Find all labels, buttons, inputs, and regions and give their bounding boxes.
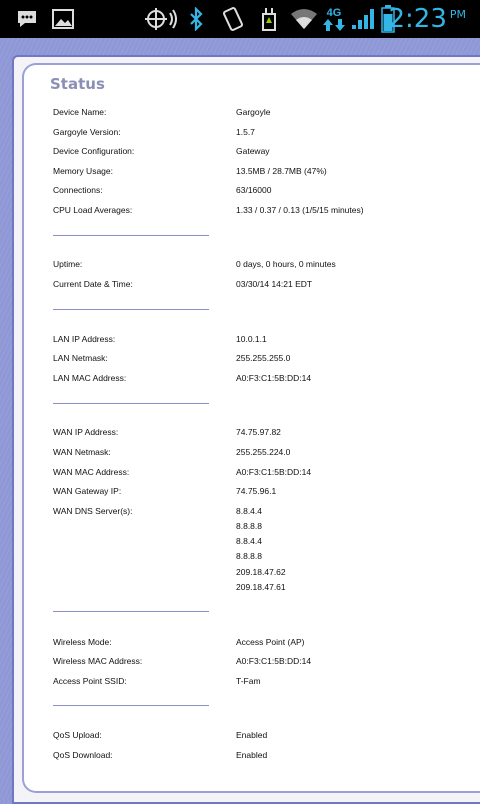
device-name-value: Gargoyle: [236, 107, 271, 117]
device-config-value: Gateway: [236, 146, 270, 156]
qos-upload-value: Enabled: [236, 730, 268, 740]
chat-icon: [14, 0, 40, 38]
uptime-value: 0 days, 0 hours, 0 minutes: [236, 259, 336, 269]
status-clock: 2:23 PM: [388, 0, 466, 38]
wan-netmask-value: 255.255.224.0: [236, 447, 291, 457]
data-arrows-icon: 4G: [320, 0, 348, 38]
page-title: Status: [50, 75, 105, 93]
usb-icon: [258, 0, 280, 38]
connections-label: Connections:: [53, 185, 103, 195]
lan-netmask-label: LAN Netmask:: [53, 353, 108, 363]
version-label: Gargoyle Version:: [53, 127, 121, 137]
device-config-label: Device Configuration:: [53, 146, 135, 156]
bluetooth-icon: [186, 0, 206, 38]
wan-dns-value: 8.8.8.8: [236, 551, 262, 561]
version-value: 1.5.7: [236, 127, 255, 137]
lan-netmask-value: 255.255.255.0: [236, 353, 291, 363]
network-type-label: 4G: [326, 7, 342, 19]
wan-mac-value: A0:F3:C1:5B:DD:14: [236, 467, 312, 477]
wan-dns-value: 209.18.47.62: [236, 567, 286, 577]
section-divider: [53, 403, 209, 404]
status-panel: Status Device Name: Gargoyle Gargoyle Ve…: [22, 63, 480, 793]
location-icon: [143, 0, 177, 38]
date-time-value: 03/30/14 14:21 EDT: [236, 279, 313, 289]
wan-dns-value: 8.8.4.4: [236, 536, 262, 546]
section-divider: [53, 705, 209, 706]
cpu-load-label: CPU Load Averages:: [53, 205, 133, 215]
memory-usage-value: 13.5MB / 28.7MB (47%): [236, 166, 327, 176]
uptime-label: Uptime:: [53, 259, 83, 269]
wireless-mode-label: Wireless Mode:: [53, 637, 112, 647]
device-name-label: Device Name:: [53, 107, 107, 117]
wireless-mac-label: Wireless MAC Address:: [53, 656, 143, 666]
wan-mac-label: WAN MAC Address:: [53, 467, 130, 477]
qos-upload-label: QoS Upload:: [53, 730, 102, 740]
clock-ampm: PM: [449, 8, 466, 21]
connections-value: 63/16000: [236, 185, 272, 195]
section-divider: [53, 611, 209, 612]
qos-download-value: Enabled: [236, 750, 268, 760]
wan-netmask-label: WAN Netmask:: [53, 447, 111, 457]
lan-ip-value: 10.0.1.1: [236, 334, 267, 344]
cpu-load-value: 1.33 / 0.37 / 0.13 (1/5/15 minutes): [236, 205, 364, 215]
section-divider: [53, 309, 209, 310]
android-status-bar: 4G 2:23 PM: [0, 0, 480, 38]
clock-time: 2:23: [388, 4, 447, 34]
ssid-label: Access Point SSID:: [53, 676, 127, 686]
date-time-label: Current Date & Time:: [53, 279, 133, 289]
section-divider: [53, 235, 209, 236]
lan-mac-value: A0:F3:C1:5B:DD:14: [236, 373, 312, 383]
memory-usage-label: Memory Usage:: [53, 166, 113, 176]
gallery-icon: [50, 0, 76, 38]
wan-ip-label: WAN IP Address:: [53, 427, 119, 437]
wan-dns-value: 8.8.4.4: [236, 506, 262, 516]
qos-download-label: QoS Download:: [53, 750, 113, 760]
wireless-mode-value: Access Point (AP): [236, 637, 305, 647]
lan-mac-label: LAN MAC Address:: [53, 373, 127, 383]
lan-ip-label: LAN IP Address:: [53, 334, 116, 344]
wan-dns-label: WAN DNS Server(s):: [53, 506, 133, 516]
wifi-icon: [290, 0, 318, 38]
wireless-mac-value: A0:F3:C1:5B:DD:14: [236, 656, 312, 666]
ssid-value: T-Fam: [236, 676, 261, 686]
wan-gateway-value: 74.75.96.1: [236, 486, 277, 496]
vibrate-icon: [220, 0, 246, 38]
wan-gateway-label: WAN Gateway IP:: [53, 486, 122, 496]
wan-ip-value: 74.75.97.82: [236, 427, 281, 437]
signal-icon: [350, 0, 376, 38]
wan-dns-value: 8.8.8.8: [236, 521, 262, 531]
wan-dns-value: 209.18.47.61: [236, 582, 286, 592]
